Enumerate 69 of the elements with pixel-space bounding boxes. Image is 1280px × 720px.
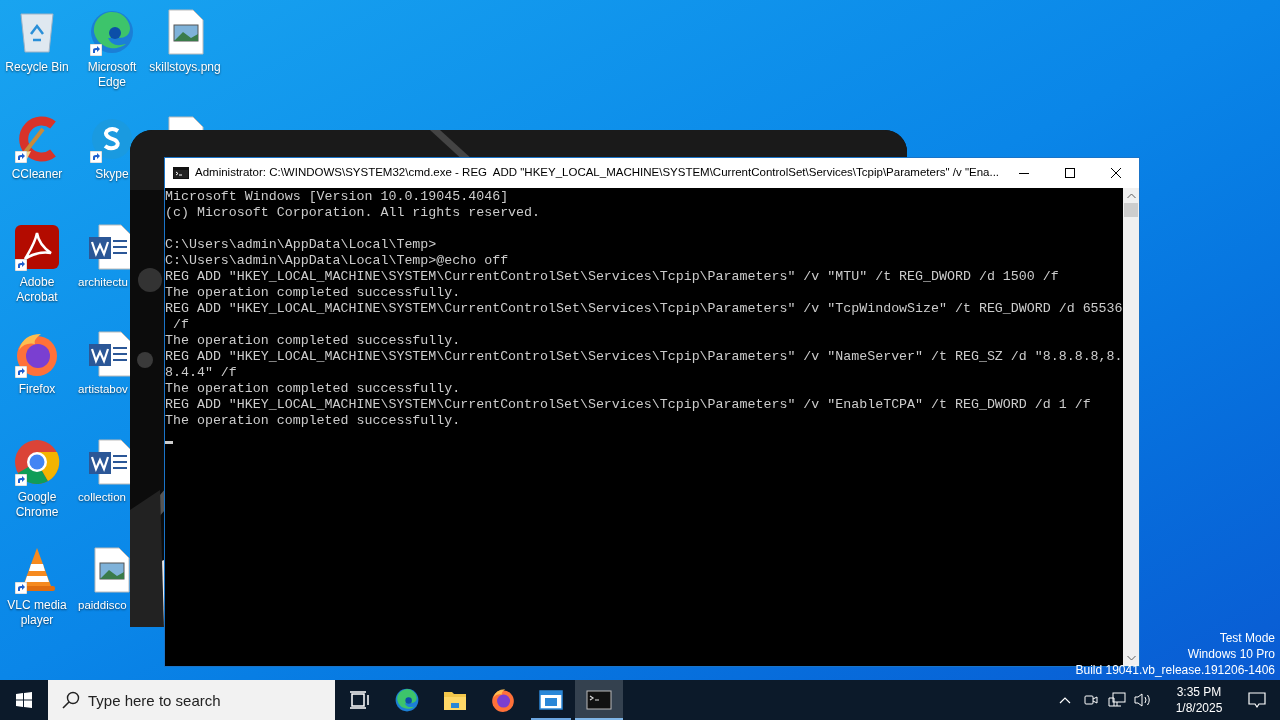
firefox-icon [490, 687, 516, 713]
chevron-up-icon[interactable] [1059, 696, 1071, 704]
task-view-icon [349, 690, 369, 710]
scroll-thumb[interactable] [1124, 203, 1138, 217]
acrobat-icon [13, 223, 61, 271]
window-app-icon [539, 690, 563, 710]
shortcut-arrow-icon [15, 151, 27, 163]
desktop-icon-label[interactable]: Adobe Acrobat [4, 275, 70, 305]
camera-icon[interactable] [1083, 692, 1099, 708]
console-line: The operation completed successfully. [165, 333, 461, 349]
edge-icon [88, 8, 136, 56]
shortcut-arrow-icon [90, 151, 102, 163]
console-line: Microsoft Windows [Version 10.0.19045.4046] [165, 189, 509, 205]
desktop-icon-label[interactable]: paiddisco [78, 598, 127, 613]
console-line: REG ADD "HKEY_LOCAL_MACHINE\SYSTEM\CurrentControlSet\Services\Tcpip\Parameters" /v "TcpWindowSize" /t REG_DWORD /d 65536 [165, 301, 1123, 317]
scroll-up-icon [1126, 193, 1136, 199]
console-line: REG ADD "HKEY_LOCAL_MACHINE\SYSTEM\CurrentControlSet\Services\Tcpip\Parameters" /v "EnableTCPA" /t REG_DWORD /d 1 /f [165, 397, 1091, 413]
desktop-icon-label[interactable]: Google Chrome [4, 490, 70, 520]
edge-icon [394, 687, 420, 713]
shortcut-arrow-icon [15, 259, 27, 271]
desktop-icon-label[interactable]: Microsoft Edge [79, 60, 145, 90]
console-line: C:\Users\admin\AppData\Local\Temp> [165, 237, 437, 253]
os-notice-text: Windows 10 Pro [1187, 646, 1275, 662]
shortcut-arrow-icon [15, 474, 27, 486]
windows-logo-icon [16, 692, 32, 708]
console-line: /f [171, 317, 189, 333]
desktop-icon-label[interactable]: CCleaner [11, 167, 63, 182]
desktop-icon-label[interactable]: skillstoys.png [149, 60, 221, 75]
console-line: 8.4.4" /f [165, 365, 237, 381]
desktop-icon-label[interactable]: architectu [78, 275, 128, 290]
maximize-icon [1065, 168, 1075, 178]
desktop-icon-label[interactable]: Recycle Bin [5, 60, 69, 75]
chrome-icon [13, 438, 61, 486]
desktop-icon-label[interactable]: VLC media player [4, 598, 70, 628]
clock-time[interactable]: 3:35 PM [1176, 684, 1222, 700]
close-icon [1111, 168, 1121, 178]
clock-date[interactable]: 1/8/2025 [1175, 700, 1223, 716]
command-prompt-icon [586, 690, 612, 710]
shortcut-arrow-icon [15, 582, 27, 594]
console-line: C:\Users\admin\AppData\Local\Temp>@echo off [165, 253, 509, 269]
console-line: The operation completed successfully. [165, 285, 461, 301]
chat-bubble-icon [1248, 691, 1266, 709]
running-indicator [531, 718, 571, 720]
shortcut-arrow-icon [90, 44, 102, 56]
search-field[interactable]: Type here to search [48, 680, 335, 720]
console-line: (c) Microsoft Corporation. All rights reserved. [165, 205, 541, 221]
running-indicator [575, 718, 623, 720]
text-cursor [165, 441, 173, 444]
console-line: The operation completed successfully. [165, 413, 461, 429]
console-line: REG ADD "HKEY_LOCAL_MACHINE\SYSTEM\CurrentControlSet\Services\Tcpip\Parameters" /v "MTU" /t REG_DWORD /d 1500 /f [165, 269, 1059, 285]
window-title: Administrator: C:\WINDOWS\SYSTEM32\cmd.exe - REG ADD "HKEY_LOCAL_MACHINE\SYSTEM\CurrentControlSet\Services\Tcpip\Parameters" /v "Ena... [195, 165, 1001, 181]
taskbar-app[interactable] [575, 680, 623, 720]
scroll-down-icon [1126, 655, 1136, 661]
os-notice-text: Test Mode [1219, 630, 1275, 646]
volume-icon[interactable] [1134, 692, 1152, 708]
os-notice-text: Build 19041.vb_release.191206-1406 [1075, 662, 1275, 678]
command-prompt-icon [173, 167, 189, 179]
desktop-icon-label[interactable]: artistabov [78, 382, 128, 397]
desktop-icon-label[interactable]: collection [78, 490, 126, 505]
folder-icon [443, 689, 467, 711]
console-line: REG ADD "HKEY_LOCAL_MACHINE\SYSTEM\CurrentControlSet\Services\Tcpip\Parameters" /v "NameServer" /t REG_SZ /d "8.8.8.8,8. [165, 349, 1123, 365]
desktop-icon-label[interactable]: Skype [95, 167, 129, 182]
minimize-icon [1019, 172, 1029, 174]
console-line: The operation completed successfully. [165, 381, 461, 397]
scrollbar[interactable] [1123, 188, 1139, 666]
shortcut-arrow-icon [15, 366, 27, 378]
network-icon[interactable] [1108, 692, 1126, 708]
search-icon [62, 691, 80, 709]
desktop-icon-label[interactable]: Firefox [18, 382, 56, 397]
